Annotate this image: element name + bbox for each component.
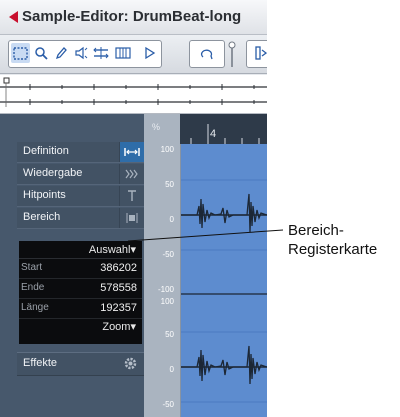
callout-line-2: Registerkarte [288, 241, 378, 258]
callout-line [127, 229, 284, 242]
callout-line-1: Bereich- [288, 222, 344, 239]
callout-label: Bereich- Registerkarte [288, 221, 377, 259]
